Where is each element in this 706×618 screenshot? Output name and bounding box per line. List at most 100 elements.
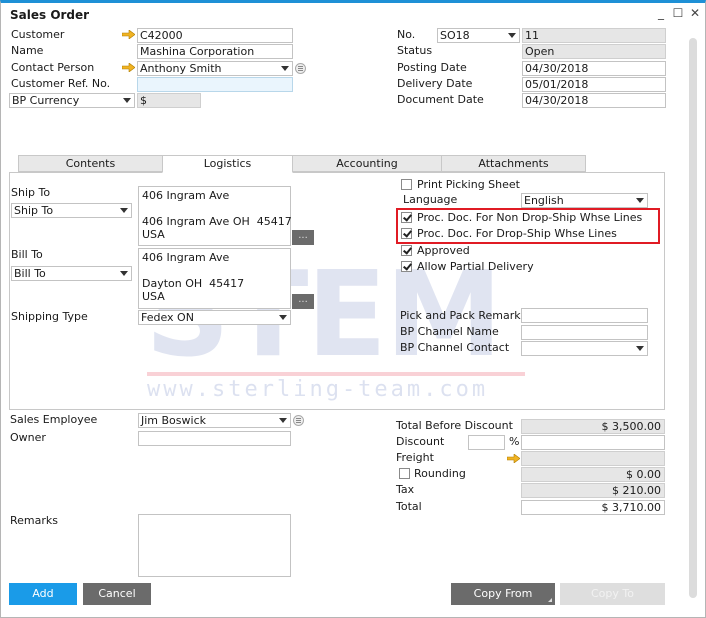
freight-value: [521, 451, 665, 466]
link-arrow-icon[interactable]: [122, 30, 135, 39]
copy-from-label: Copy From: [473, 587, 533, 600]
print-picking-sheet-label: Print Picking Sheet: [417, 178, 520, 191]
contact-person-label: Contact Person: [11, 61, 95, 74]
ship-to-dropdown[interactable]: Ship To: [11, 203, 132, 218]
bill-to-selected: Bill To: [14, 267, 46, 280]
sales-employee-dropdown[interactable]: Jim Boswick: [138, 413, 291, 428]
tab-accounting[interactable]: Accounting: [292, 155, 442, 172]
sales-employee-label: Sales Employee: [10, 413, 98, 426]
bp-channel-name-label: BP Channel Name: [400, 325, 499, 338]
doc-number-field: 11: [522, 28, 666, 43]
series-dropdown[interactable]: SO18: [437, 28, 520, 43]
bp-channel-name-field[interactable]: [521, 325, 648, 340]
chevron-down-icon: [279, 418, 287, 423]
rounding-label: Rounding: [414, 467, 466, 480]
shipping-type-value: Fedex ON: [141, 311, 194, 324]
print-picking-sheet-checkbox[interactable]: [401, 179, 412, 190]
total-before-discount-value: $ 3,500.00: [521, 419, 665, 434]
approved-checkbox[interactable]: [401, 245, 412, 256]
language-dropdown[interactable]: English: [521, 193, 648, 208]
chevron-down-icon: [508, 33, 516, 38]
ship-to-address[interactable]: 406 Ingram Ave 406 Ingram Ave OH 45417 U…: [138, 186, 292, 246]
delivery-date-label: Delivery Date: [397, 77, 473, 90]
vertical-scrollbar[interactable]: [689, 38, 697, 598]
chevron-down-icon: [636, 198, 644, 203]
allow-partial-delivery-checkbox[interactable]: [401, 261, 412, 272]
highlight-box: [396, 208, 660, 244]
chevron-down-icon: [120, 208, 128, 213]
name-label: Name: [11, 44, 44, 57]
delivery-date-field[interactable]: 05/01/2018: [522, 77, 666, 92]
window-title: Sales Order: [10, 8, 90, 22]
total-label: Total: [396, 500, 422, 513]
bill-to-ellipsis-button[interactable]: ...: [292, 294, 314, 309]
status-label: Status: [397, 44, 433, 57]
freight-label: Freight: [396, 451, 434, 464]
chevron-down-icon: [123, 98, 131, 103]
remarks-label: Remarks: [10, 514, 58, 527]
discount-percent-field[interactable]: [468, 435, 505, 450]
owner-label: Owner: [10, 431, 46, 444]
bill-to-label: Bill To: [11, 248, 43, 261]
document-date-field[interactable]: 04/30/2018: [522, 93, 666, 108]
discount-label: Discount: [396, 435, 445, 448]
percent-sign: %: [509, 435, 520, 448]
cancel-button[interactable]: Cancel: [83, 583, 151, 605]
list-menu-icon[interactable]: [295, 63, 306, 74]
link-arrow-icon[interactable]: [507, 454, 520, 463]
customer-field[interactable]: C42000: [137, 28, 293, 43]
link-arrow-icon[interactable]: [122, 63, 135, 72]
bp-channel-contact-dropdown[interactable]: [521, 341, 648, 356]
tax-value: $ 210.00: [521, 483, 665, 498]
posting-date-field[interactable]: 04/30/2018: [522, 61, 666, 76]
total-before-discount-label: Total Before Discount: [396, 419, 513, 432]
currency-value: $: [137, 93, 201, 108]
sales-employee-value: Jim Boswick: [141, 414, 206, 427]
list-menu-icon[interactable]: [293, 415, 304, 426]
tax-label: Tax: [396, 483, 415, 496]
add-button[interactable]: Add: [9, 583, 77, 605]
posting-date-label: Posting Date: [397, 61, 467, 74]
ship-to-label: Ship To: [11, 186, 51, 199]
currency-dropdown[interactable]: BP Currency: [9, 93, 135, 108]
rounding-checkbox[interactable]: [399, 468, 410, 479]
currency-selected: BP Currency: [12, 94, 80, 107]
tab-attachments[interactable]: Attachments: [441, 155, 586, 172]
shipping-type-label: Shipping Type: [11, 310, 88, 323]
discount-value-field[interactable]: [521, 435, 665, 450]
contact-person-dropdown[interactable]: Anthony Smith: [137, 61, 293, 76]
bill-to-address[interactable]: 406 Ingram Ave Dayton OH 45417 USA: [138, 248, 291, 309]
customer-label: Customer: [11, 28, 65, 41]
pick-pack-remarks-label: Pick and Pack Remarks: [400, 309, 527, 322]
maximize-button[interactable]: ☐: [671, 6, 685, 20]
chevron-down-icon: [120, 271, 128, 276]
status-field: Open: [522, 44, 666, 59]
name-field[interactable]: Mashina Corporation: [137, 44, 293, 59]
customer-ref-label: Customer Ref. No.: [11, 77, 111, 90]
rounding-value: $ 0.00: [521, 467, 665, 482]
tab-logistics[interactable]: Logistics: [162, 155, 293, 173]
chevron-down-icon: [279, 315, 287, 320]
copy-from-button[interactable]: Copy From: [451, 583, 555, 605]
document-date-label: Document Date: [397, 93, 484, 106]
remarks-field[interactable]: [138, 514, 291, 577]
no-label: No.: [397, 28, 416, 41]
bp-channel-contact-label: BP Channel Contact: [400, 341, 510, 354]
dropdown-corner-icon: [548, 598, 552, 602]
customer-ref-field[interactable]: [137, 77, 293, 92]
close-button[interactable]: ✕: [688, 6, 702, 20]
chevron-down-icon: [281, 66, 289, 71]
minimize-button[interactable]: _: [654, 6, 668, 20]
ship-to-ellipsis-button[interactable]: ...: [292, 230, 314, 245]
pick-pack-remarks-field[interactable]: [521, 308, 648, 323]
series-value: SO18: [440, 29, 470, 42]
approved-label: Approved: [417, 244, 470, 257]
owner-field[interactable]: [138, 431, 291, 446]
language-label: Language: [403, 193, 458, 206]
copy-to-button: Copy To: [560, 583, 665, 605]
chevron-down-icon: [636, 346, 644, 351]
ship-to-selected: Ship To: [14, 204, 54, 217]
tab-contents[interactable]: Contents: [18, 155, 163, 172]
bill-to-dropdown[interactable]: Bill To: [11, 266, 132, 281]
shipping-type-dropdown[interactable]: Fedex ON: [138, 310, 291, 325]
